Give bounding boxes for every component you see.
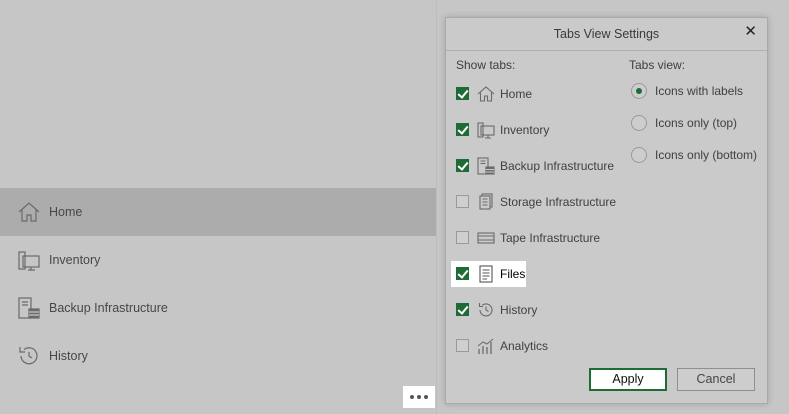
show-tabs-label: Show tabs: xyxy=(456,58,516,72)
close-icon[interactable]: ✕ xyxy=(744,24,757,40)
view-option-label: Icons only (bottom) xyxy=(655,148,758,162)
apply-button[interactable]: Apply xyxy=(589,368,667,391)
show-tab-inventory[interactable]: Inventory xyxy=(450,117,622,143)
nav-item-label: Home xyxy=(49,205,83,219)
more-dots-icon xyxy=(417,395,421,399)
backup-infrastructure-icon xyxy=(477,157,495,175)
show-tab-history[interactable]: History xyxy=(450,297,622,323)
analytics-icon xyxy=(477,338,494,354)
view-option-label: Icons with labels xyxy=(655,84,744,98)
nav-item-inventory[interactable]: Inventory xyxy=(0,236,436,284)
show-tab-files[interactable]: Files xyxy=(451,261,526,287)
dialog-title-divider xyxy=(446,50,767,51)
show-tab-tape-infrastructure[interactable]: Tape Infrastructure xyxy=(450,225,622,251)
tape-infrastructure-checkbox[interactable] xyxy=(456,231,469,244)
tab-option-label: Backup Infrastructure xyxy=(500,159,615,173)
files-checkbox[interactable] xyxy=(456,267,469,280)
dialog-title: Tabs View Settings xyxy=(553,27,660,41)
show-tab-storage-infrastructure[interactable]: Storage Infrastructure xyxy=(450,189,622,215)
nav-item-home[interactable]: Home xyxy=(0,188,436,236)
show-tab-analytics[interactable]: Analytics xyxy=(450,333,622,359)
nav-item-label: Backup Infrastructure xyxy=(49,301,168,315)
nav-item-label: Inventory xyxy=(49,253,101,267)
inventory-icon xyxy=(18,251,40,271)
nav-item-history[interactable]: History xyxy=(0,332,436,380)
history-icon xyxy=(19,347,38,365)
history-icon xyxy=(478,303,493,317)
analytics-checkbox[interactable] xyxy=(456,339,469,352)
view-option-icons-with-labels[interactable]: Icons with labels xyxy=(629,81,769,103)
storage-infrastructure-icon xyxy=(479,193,493,210)
more-dots-icon xyxy=(410,395,414,399)
history-checkbox[interactable] xyxy=(456,303,469,316)
tab-option-label: Files xyxy=(500,267,526,281)
storage-infrastructure-checkbox[interactable] xyxy=(456,195,469,208)
tab-option-label: Inventory xyxy=(500,123,550,137)
cancel-button[interactable]: Cancel xyxy=(677,368,755,391)
tab-option-label: Tape Infrastructure xyxy=(500,231,601,245)
view-option-icons-only-bottom[interactable]: Icons only (bottom) xyxy=(629,145,769,167)
nav-item-backup-infrastructure[interactable]: Backup Infrastructure xyxy=(0,284,436,332)
tabs-view-label: Tabs view: xyxy=(629,58,686,72)
tab-option-label: Storage Infrastructure xyxy=(500,195,617,209)
tab-option-label: Home xyxy=(500,87,533,101)
nav-item-label: History xyxy=(49,349,88,363)
inventory-icon xyxy=(477,122,495,139)
tabs-view-settings-dialog: Tabs View Settings ✕ Show tabs: Tabs vie… xyxy=(445,17,768,404)
more-options-button[interactable] xyxy=(403,386,435,408)
home-checkbox[interactable] xyxy=(456,87,469,100)
files-icon xyxy=(479,265,493,283)
icons-only-bottom-radio[interactable] xyxy=(631,147,647,163)
tape-infrastructure-icon xyxy=(477,232,495,244)
view-option-icons-only-top[interactable]: Icons only (top) xyxy=(629,113,769,135)
backup-infrastructure-icon xyxy=(18,297,40,319)
inventory-checkbox[interactable] xyxy=(456,123,469,136)
home-icon xyxy=(18,202,40,222)
more-dots-icon xyxy=(424,395,428,399)
backup-infrastructure-checkbox[interactable] xyxy=(456,159,469,172)
tab-option-label: Analytics xyxy=(500,339,549,353)
show-tab-backup-infrastructure[interactable]: Backup Infrastructure xyxy=(450,153,622,179)
pane-divider xyxy=(436,0,437,414)
tab-option-label: History xyxy=(500,303,538,317)
view-option-label: Icons only (top) xyxy=(655,116,738,130)
navigation-pane: Home Inventory Backup Infrastructure His… xyxy=(0,0,436,414)
icons-with-labels-radio[interactable] xyxy=(631,83,647,99)
home-icon xyxy=(477,86,495,102)
nav-list: Home Inventory Backup Infrastructure His… xyxy=(0,188,436,380)
show-tab-home[interactable]: Home xyxy=(450,81,622,107)
icons-only-top-radio[interactable] xyxy=(631,115,647,131)
